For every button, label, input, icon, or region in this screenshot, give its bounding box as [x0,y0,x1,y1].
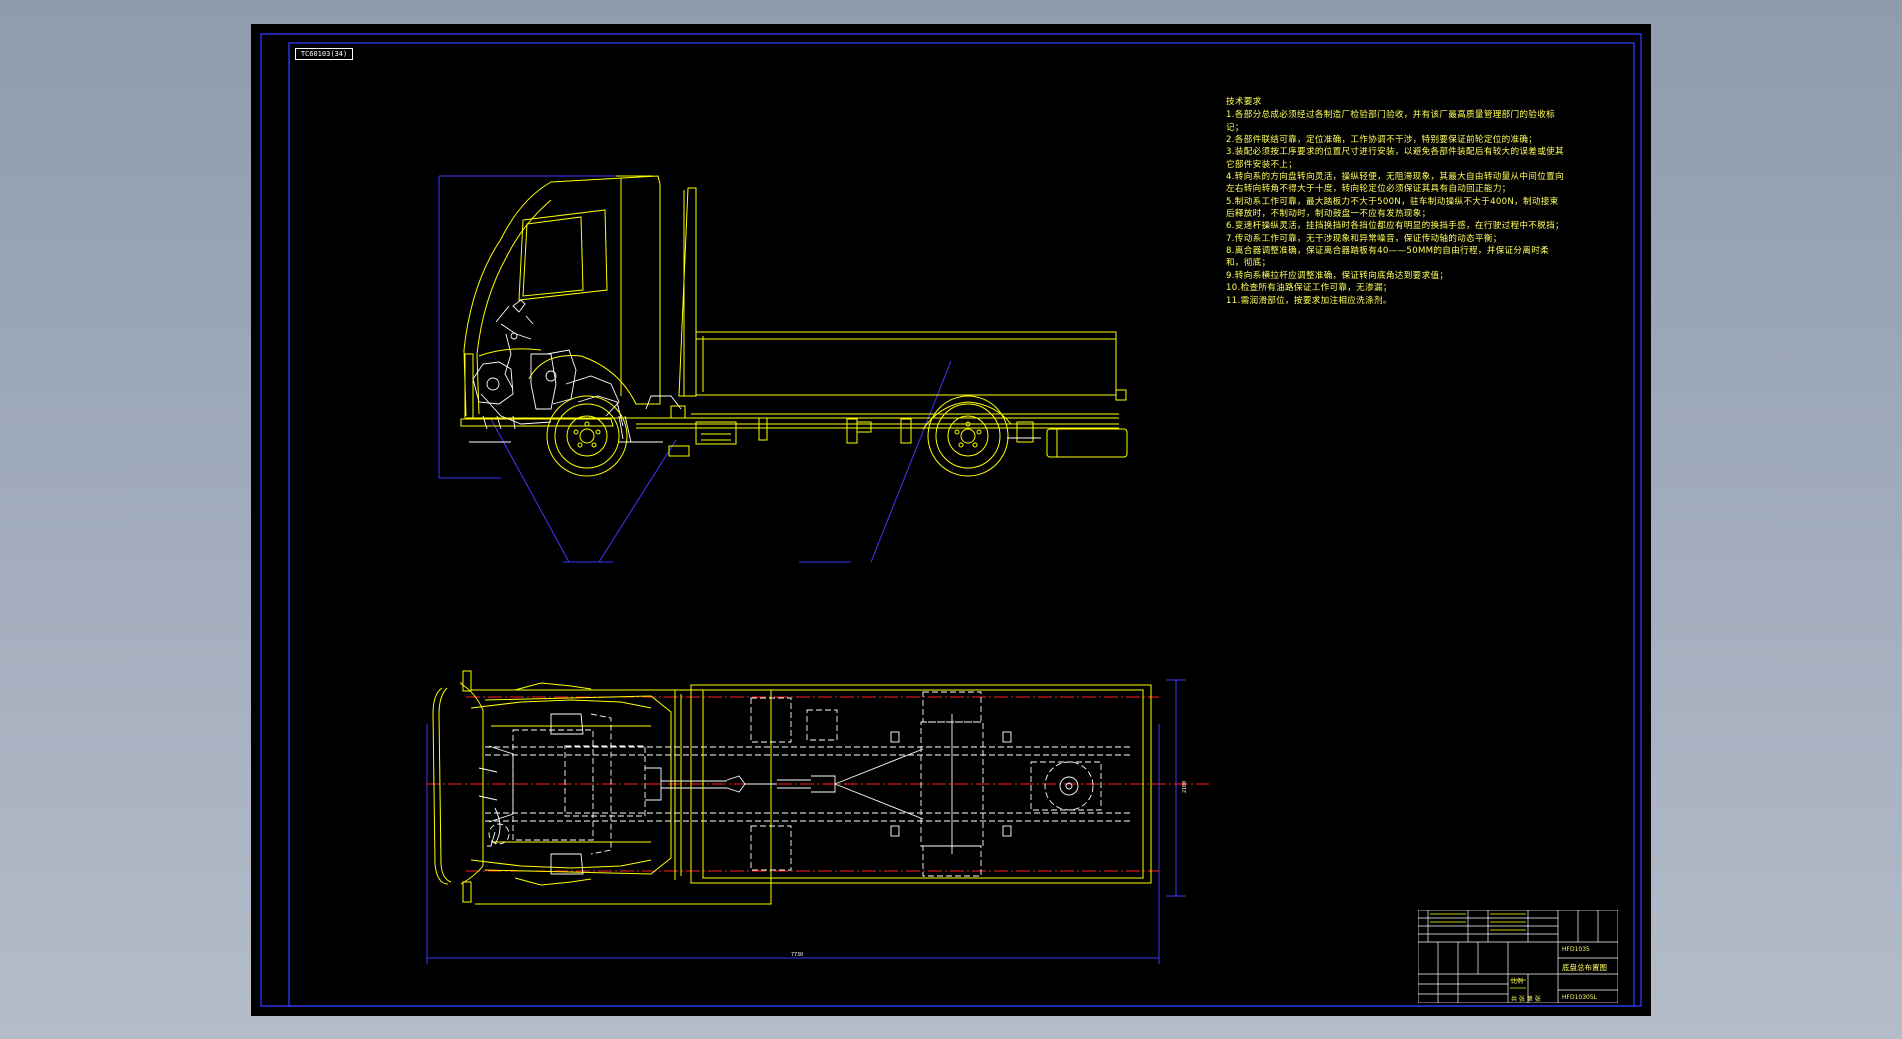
width-dim-text: 2100 [1182,780,1189,794]
chassis-mechanicals [472,299,682,443]
scale-label: 比例 [1511,978,1524,985]
technical-requirements: 技术要求 1.各部分总成必须经过各制造厂检验部门验收，并有该厂最高质量管理部门的… [1226,96,1566,307]
cad-viewport[interactable]: TC60103(34) 7730 2100 技术要求 1.各部分总成必须经过各制… [251,24,1651,1016]
cargo-box [695,331,1117,396]
tech-requirement-item: 5.制动系工作可靠，最大踏板力不大于500N，驻车制动操纵不大于400N，制动接… [1226,196,1559,220]
front-wheel [546,395,628,477]
title-block: HFD1035 底盘总布置图 HFD10305L 比例 共 张 第 张 [1418,910,1618,1003]
tech-requirement-item: 10.检查所有油路保证工作可靠，无渗漏； [1226,283,1392,294]
side-construction-box [438,176,501,479]
rear-wheel [927,395,1009,477]
tech-requirements-title: 技术要求 [1226,97,1262,107]
tech-requirement-item: 2.各部件联结可靠，定位准确，工作协调不干涉，特别要保证前轮定位的准确； [1226,135,1538,146]
drawing-name: 底盘总布置图 [1562,963,1607,972]
engine-gearbox-plan [478,713,777,875]
cab-outline [463,175,661,417]
fuel-tank [1046,428,1128,458]
tech-requirement-item: 9.转向系横拉杆应调整准确，保证转向底角达到要求值； [1226,270,1449,281]
drawing-number: HFD10305L [1562,994,1598,1001]
tech-requirement-item: 3.装配必须按工序要求的位置尺寸进行安装，以避免各部件装配后有较大的误差或使其它… [1226,147,1564,170]
spare-wheel-plan [1030,761,1102,811]
tech-requirement-item: 1.各部分总成必须经过各制造厂检验部门验收，并有该厂最高质量管理部门的验收标记； [1226,110,1555,133]
side-view [438,175,1128,563]
headboard [678,187,697,397]
school-name: HFD1035 [1562,946,1590,953]
tech-requirement-item: 4.转向系的方向盘转向灵活，操纵轻便，无阻滞现象，其最大自由转动量从中间位置向左… [1226,172,1564,195]
length-dim-text: 7730 [791,952,804,958]
tech-requirement-item: 11.需润滑部位，按要求加注相应洗涤剂。 [1226,295,1392,306]
plan-view [426,670,1209,964]
tech-requirement-item: 6.变速杆操纵灵活，挂挡换挡时各挡位都应有明显的换挡手感，在行驶过程中不脱挡； [1226,221,1564,232]
tech-requirement-item: 8.离合器调整准确，保证离合器踏板有40——50MM的自由行程，并保证分离时柔和… [1226,246,1550,269]
tech-requirement-item: 7.传动系工作可靠，无干涉现象和异常噪音，保证传动轴的动态平衡； [1226,233,1502,244]
sheet-label: 共 张 第 张 [1511,996,1541,1003]
